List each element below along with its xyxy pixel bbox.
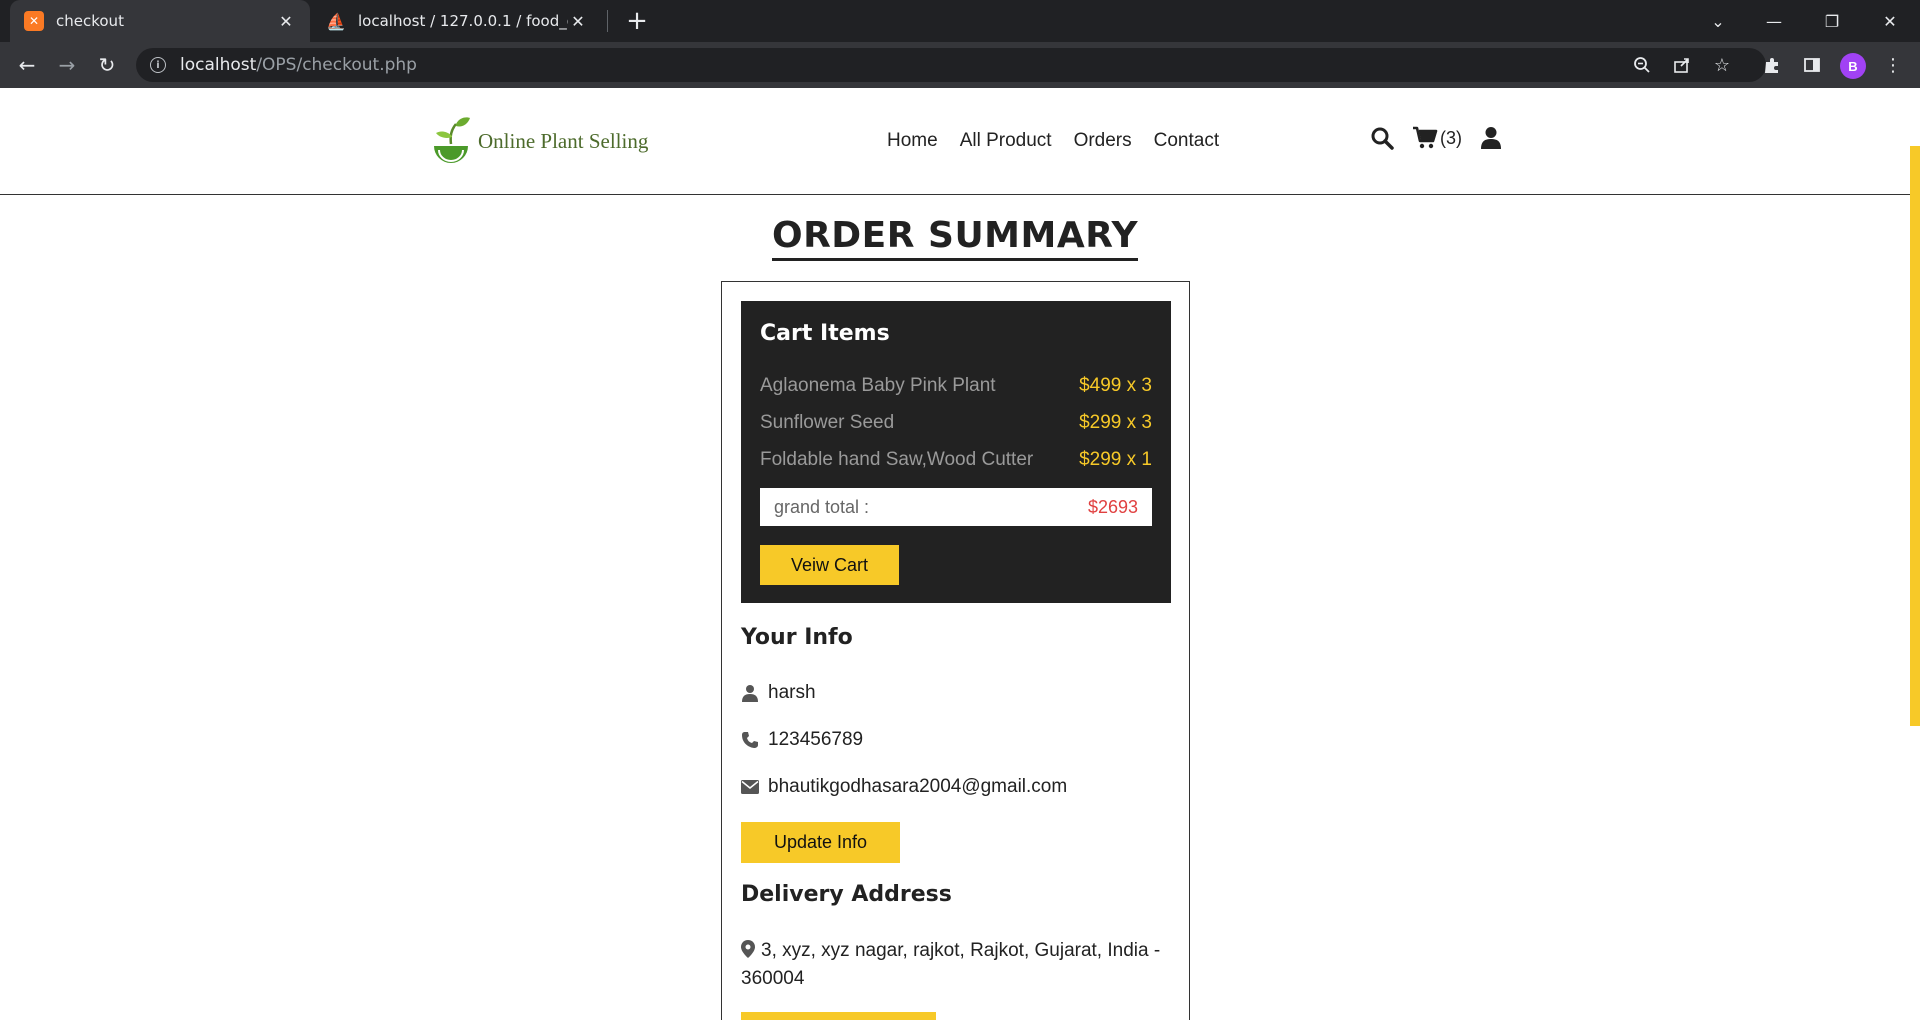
order-summary-box: Cart Items Aglaonema Baby Pink Plant $49… [721, 281, 1190, 1020]
phpmyadmin-favicon-icon: ⛵ [326, 11, 346, 31]
delivery-address-heading: Delivery Address [741, 882, 952, 907]
nav-home[interactable]: Home [887, 130, 938, 152]
back-icon[interactable]: ← [12, 50, 42, 80]
cart-icon [1413, 126, 1438, 149]
cart-count: (3) [1440, 127, 1462, 148]
page-title-wrap: ORDER SUMMARY [0, 215, 1910, 261]
tab-checkout[interactable]: ✕ checkout ✕ [10, 0, 310, 42]
cart-item-name: Sunflower Seed [760, 412, 895, 433]
page-title: ORDER SUMMARY [771, 215, 1139, 261]
zoom-icon[interactable] [1627, 50, 1657, 80]
tab-title: localhost / 127.0.0.1 / food_db / t [358, 12, 568, 30]
user-icon [741, 684, 759, 702]
browser-toolbar: ← → ↻ i localhost/OPS/checkout.php ☆ B ⋮ [0, 42, 1920, 88]
info-name-value: harsh [768, 682, 816, 703]
phone-icon [741, 731, 759, 749]
cart-link[interactable]: (3) [1412, 126, 1462, 150]
info-phone-value: 123456789 [768, 729, 864, 750]
site-header: Online Plant Selling Home All Product Or… [0, 88, 1920, 195]
site-logo[interactable]: Online Plant Selling [430, 114, 648, 168]
grand-total-label: grand total : [774, 496, 870, 517]
minimize-button[interactable]: — [1746, 0, 1802, 42]
url-host: localhost [180, 55, 257, 75]
tab-title: checkout [56, 12, 124, 30]
cart-item: Foldable hand Saw,Wood Cutter $299 x 1 [760, 449, 1152, 471]
info-email-value: bhautikgodhasara2004@gmail.com [768, 776, 1068, 797]
close-tab-icon[interactable]: ✕ [568, 12, 588, 31]
delivery-address-text: 3, xyz, xyz nagar, rajkot, Rajkot, Gujar… [741, 940, 1161, 989]
page-scrollbar-thumb[interactable] [1910, 146, 1920, 726]
update-address-button[interactable] [741, 1012, 936, 1020]
nav-all-product[interactable]: All Product [960, 130, 1052, 152]
plant-logo-icon [434, 117, 470, 163]
grand-total-value: $2693 [1087, 496, 1138, 517]
forward-icon[interactable]: → [52, 50, 82, 80]
close-tab-icon[interactable]: ✕ [276, 12, 296, 31]
restore-button[interactable]: ❐ [1804, 0, 1860, 42]
map-marker-icon [741, 940, 755, 958]
tab-phpmyadmin[interactable]: ⛵ localhost / 127.0.0.1 / food_db / t ✕ [312, 0, 602, 42]
menu-kebab-icon[interactable]: ⋮ [1878, 50, 1908, 80]
site-info-icon[interactable]: i [150, 57, 166, 73]
close-window-button[interactable]: ✕ [1862, 0, 1918, 42]
info-email: bhautikgodhasara2004@gmail.com [741, 776, 1067, 798]
cart-item-price: $499 x 3 [1079, 375, 1152, 396]
your-info-heading: Your Info [741, 625, 853, 650]
cart-item-price: $299 x 3 [1079, 412, 1152, 433]
user-icon[interactable] [1480, 126, 1502, 150]
bookmark-star-icon[interactable]: ☆ [1707, 50, 1737, 80]
grand-total: grand total : $2693 [760, 488, 1152, 526]
logo-text: Online Plant Selling [478, 128, 649, 153]
xampp-favicon-icon: ✕ [24, 11, 44, 31]
delivery-address: 3, xyz, xyz nagar, rajkot, Rajkot, Gujar… [741, 937, 1171, 993]
cart-items-panel: Cart Items Aglaonema Baby Pink Plant $49… [741, 301, 1171, 603]
side-panel-icon[interactable] [1797, 50, 1827, 80]
main-nav: Home All Product Orders Contact [887, 130, 1219, 152]
envelope-icon [741, 780, 759, 794]
cart-item: Aglaonema Baby Pink Plant $499 x 3 [760, 375, 1152, 397]
nav-contact[interactable]: Contact [1154, 130, 1219, 152]
new-tab-button[interactable]: + [622, 6, 652, 36]
cart-items-heading: Cart Items [760, 321, 890, 346]
nav-orders[interactable]: Orders [1074, 130, 1132, 152]
update-info-button[interactable]: Update Info [741, 822, 900, 863]
profile-avatar[interactable]: B [1840, 53, 1866, 79]
tab-search-icon[interactable]: ⌄ [1690, 0, 1746, 42]
share-icon[interactable] [1667, 50, 1697, 80]
cart-item-name: Foldable hand Saw,Wood Cutter [760, 449, 1034, 470]
search-icon[interactable] [1370, 126, 1394, 150]
extensions-icon[interactable] [1757, 50, 1787, 80]
address-bar[interactable]: i localhost/OPS/checkout.php [136, 48, 1766, 82]
cart-item-name: Aglaonema Baby Pink Plant [760, 375, 996, 396]
browser-tabstrip: ✕ checkout ✕ ⛵ localhost / 127.0.0.1 / f… [0, 0, 1920, 42]
cart-item-price: $299 x 1 [1079, 449, 1152, 470]
reload-icon[interactable]: ↻ [92, 50, 122, 80]
cart-item: Sunflower Seed $299 x 3 [760, 412, 1152, 434]
info-name: harsh [741, 682, 816, 704]
view-cart-button[interactable]: Veiw Cart [760, 545, 899, 585]
header-actions: (3) [1370, 126, 1502, 150]
url-path: /OPS/checkout.php [256, 55, 417, 75]
tab-divider [607, 10, 608, 32]
info-phone: 123456789 [741, 729, 863, 751]
